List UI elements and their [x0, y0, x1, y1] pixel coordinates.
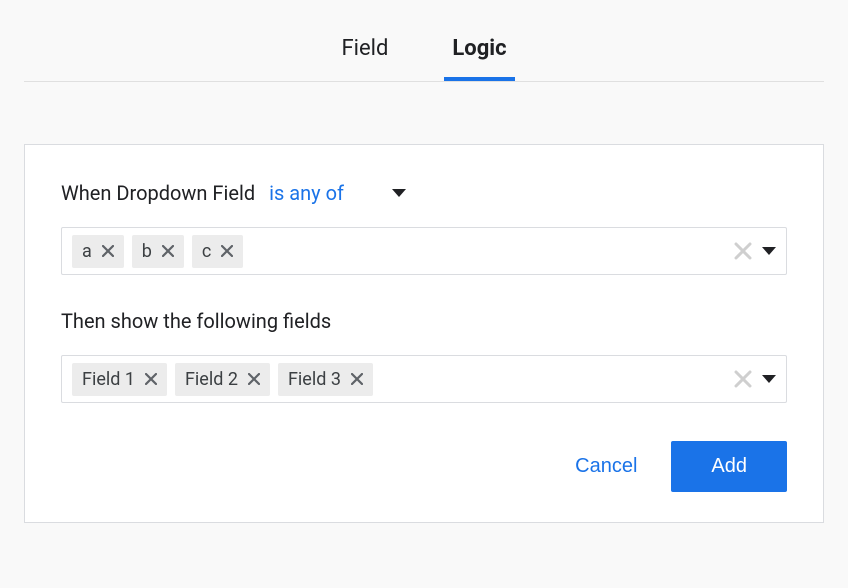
- chip-label: Field 2: [185, 369, 238, 390]
- button-row: Cancel Add: [61, 441, 787, 492]
- then-chips: Field 1 Field 2 Field 3: [72, 363, 726, 396]
- operator-select[interactable]: is any of: [269, 181, 406, 205]
- chip-label: c: [202, 241, 211, 262]
- close-icon[interactable]: [248, 373, 260, 385]
- chip-label: Field 1: [82, 369, 135, 390]
- chip-label: a: [82, 241, 92, 262]
- condition-chips: a b c: [72, 235, 726, 268]
- condition-row: When Dropdown Field is any of: [61, 181, 787, 205]
- input-actions: [734, 370, 776, 388]
- chip-c: c: [192, 235, 243, 268]
- close-icon[interactable]: [145, 373, 157, 385]
- chevron-down-icon[interactable]: [762, 247, 776, 255]
- close-icon[interactable]: [351, 373, 363, 385]
- chevron-down-icon[interactable]: [762, 375, 776, 383]
- clear-all-icon[interactable]: [734, 242, 752, 260]
- condition-prefix: When Dropdown Field: [61, 181, 255, 205]
- close-icon[interactable]: [221, 245, 233, 257]
- chip-b: b: [132, 235, 184, 268]
- condition-values-input[interactable]: a b c: [61, 227, 787, 275]
- tab-bar: Field Logic: [24, 24, 824, 82]
- chip-label: b: [142, 241, 152, 262]
- chip-label: Field 3: [288, 369, 341, 390]
- then-label: Then show the following fields: [61, 309, 787, 333]
- chip-a: a: [72, 235, 124, 268]
- clear-all-icon[interactable]: [734, 370, 752, 388]
- chip-field-2: Field 2: [175, 363, 270, 396]
- tab-field[interactable]: Field: [333, 24, 396, 81]
- then-fields-input[interactable]: Field 1 Field 2 Field 3: [61, 355, 787, 403]
- chip-field-3: Field 3: [278, 363, 373, 396]
- logic-panel: When Dropdown Field is any of a b: [24, 144, 824, 523]
- add-button[interactable]: Add: [671, 441, 787, 492]
- close-icon[interactable]: [162, 245, 174, 257]
- input-actions: [734, 242, 776, 260]
- cancel-button[interactable]: Cancel: [569, 445, 643, 488]
- tab-logic[interactable]: Logic: [444, 24, 514, 81]
- chip-field-1: Field 1: [72, 363, 167, 396]
- chevron-down-icon: [392, 189, 406, 197]
- operator-text: is any of: [269, 181, 344, 205]
- close-icon[interactable]: [102, 245, 114, 257]
